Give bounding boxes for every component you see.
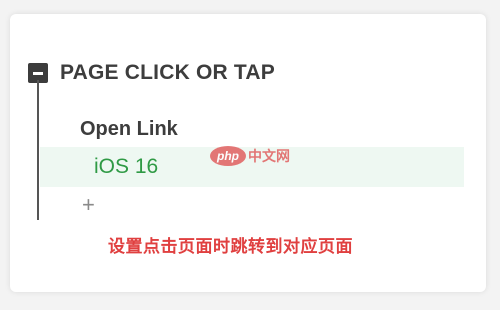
section-header: PAGE CLICK OR TAP bbox=[28, 60, 275, 86]
add-action-button[interactable]: + bbox=[82, 194, 95, 216]
action-label: Open Link bbox=[80, 118, 178, 140]
watermark: php 中文网 bbox=[210, 146, 290, 166]
section-title: PAGE CLICK OR TAP bbox=[60, 61, 275, 84]
minus-icon bbox=[33, 71, 43, 75]
watermark-logo-icon: php bbox=[210, 146, 246, 166]
option-value: iOS 16 bbox=[94, 155, 159, 178]
watermark-text: 中文网 bbox=[248, 148, 290, 164]
tree-connector-line bbox=[37, 80, 39, 220]
caption-annotation: 设置点击页面时跳转到对应页面 bbox=[108, 237, 353, 256]
